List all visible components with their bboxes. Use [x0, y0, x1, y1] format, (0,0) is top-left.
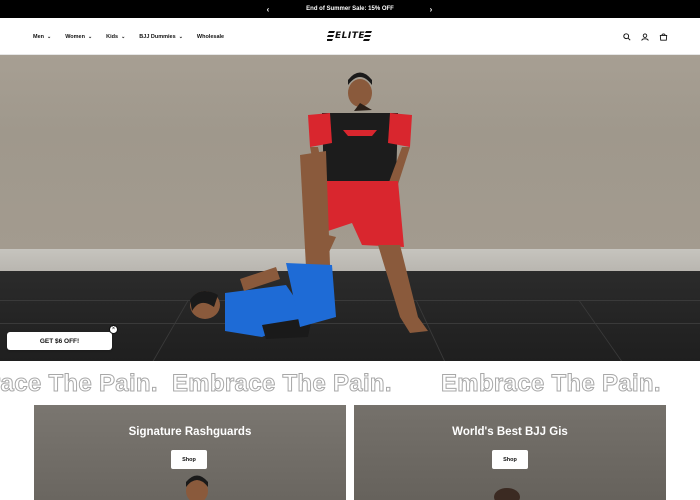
chevron-down-icon: ⌄	[121, 33, 126, 40]
chevron-left-icon[interactable]: ‹	[261, 0, 275, 18]
marquee-text: Embrace The Pain.	[441, 370, 662, 398]
collection-card-bjj-gis[interactable]: World's Best BJJ Gis Shop	[354, 405, 666, 500]
main-nav: Men ⌄ Women ⌄ Kids ⌄ BJJ Dummies ⌄ Wholesale	[33, 18, 238, 55]
collection-title: Signature Rashguards	[128, 426, 252, 438]
announcement-bar: ‹ End of Summer Sale: 15% OFF ›	[0, 0, 700, 18]
chevron-down-icon: ⌄	[87, 33, 93, 40]
brand-logo[interactable]: ELITE	[327, 29, 373, 43]
scrolling-marquee: Embrace The Pain. Embrace The Pain. Embr…	[0, 361, 700, 405]
account-icon[interactable]	[640, 32, 650, 42]
marquee-text: Embrace The Pain.	[172, 370, 393, 398]
nav-item-women[interactable]: Women ⌄	[65, 34, 92, 40]
close-icon[interactable]: ×	[109, 325, 118, 334]
nav-item-kids[interactable]: Kids ⌄	[106, 34, 125, 40]
shop-button[interactable]: Shop	[171, 450, 207, 469]
chevron-down-icon: ⌄	[178, 33, 183, 40]
header-actions	[622, 18, 668, 55]
search-icon[interactable]	[622, 32, 632, 42]
chevron-down-icon: ⌄	[47, 33, 52, 40]
hero-athletes-illustration	[190, 72, 428, 339]
logo-text: ELITE	[334, 31, 366, 41]
site-header: Men ⌄ Women ⌄ Kids ⌄ BJJ Dummies ⌄ Wholesale…	[0, 18, 700, 55]
discount-popup-button[interactable]: GET $6 OFF!	[7, 332, 112, 350]
hero-banner[interactable]	[0, 55, 700, 361]
nav-item-wholesale[interactable]: Wholesale	[197, 34, 224, 40]
nav-item-men[interactable]: Men ⌄	[33, 34, 51, 40]
nav-item-bjj-dummies[interactable]: BJJ Dummies ⌄	[139, 34, 183, 40]
cart-icon[interactable]	[658, 32, 668, 42]
marquee-text: Embrace The Pain.	[0, 370, 158, 398]
collection-title: World's Best BJJ Gis	[452, 426, 568, 438]
shop-button[interactable]: Shop	[492, 450, 528, 469]
announcement-text: End of Summer Sale: 15% OFF	[306, 6, 394, 12]
chevron-right-icon[interactable]: ›	[424, 0, 438, 18]
collection-card-rashguards[interactable]: Signature Rashguards Shop	[34, 405, 346, 500]
